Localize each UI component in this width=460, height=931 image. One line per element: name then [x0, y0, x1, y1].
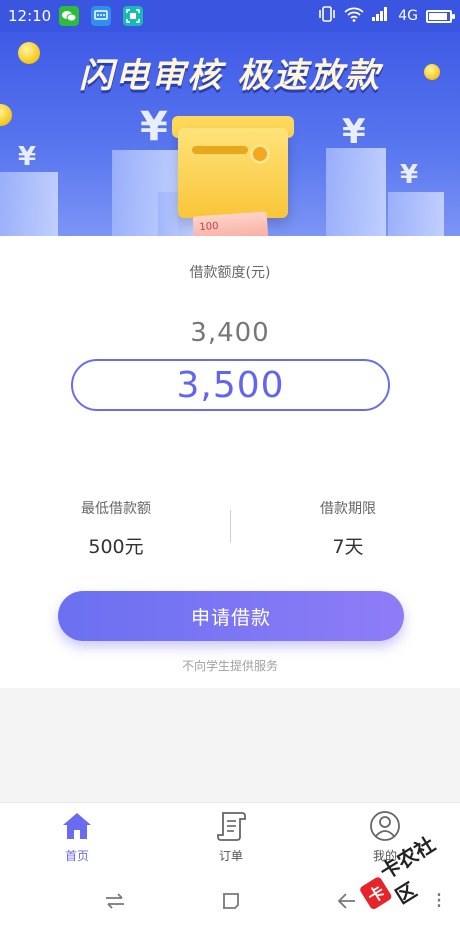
pillar-decoration: [326, 148, 386, 236]
min-amount-block: 最低借款额 500元: [36, 498, 196, 559]
wechat-icon: [59, 6, 80, 26]
loan-term-block: 借款期限 7天: [268, 498, 428, 559]
status-bar: 12:10 4G: [0, 0, 460, 32]
signal-icon: [372, 7, 390, 25]
money-box-icon: [178, 128, 288, 218]
message-icon: [91, 6, 112, 26]
banner-title: 闪电审核 极速放款: [79, 56, 381, 96]
banknote-value: 100: [199, 220, 219, 234]
yen-symbol: ¥: [342, 112, 366, 152]
switch-icon[interactable]: [100, 888, 130, 914]
money-box-slot: [192, 146, 248, 154]
student-notice: 不向学生提供服务: [181, 659, 278, 673]
vibrate-icon: [318, 6, 336, 26]
tab-orders-label: 订单: [218, 849, 243, 863]
loan-card: 借款额度(元) 3,400 3,500 最低借款额 500元 借款期限 7天 申…: [0, 236, 460, 688]
promo-banner[interactable]: 闪电审核 极速放款 ¥ ¥ ¥ ¥ 100: [0, 32, 460, 236]
battery-level: [429, 12, 447, 20]
amount-selected[interactable]: 3,500: [176, 365, 284, 406]
tab-home[interactable]: 首页: [27, 809, 127, 864]
info-divider: [230, 510, 231, 542]
pillar-decoration: [0, 172, 58, 236]
amount-picker[interactable]: 3,500: [71, 359, 390, 411]
network-type: 4G: [398, 8, 418, 24]
pillar-decoration: [388, 192, 444, 236]
back-icon[interactable]: [332, 888, 362, 914]
status-time: 12:10: [8, 7, 52, 25]
apply-loan-button[interactable]: 申请借款: [58, 591, 404, 641]
home-icon: [63, 813, 91, 839]
tab-orders[interactable]: 订单: [181, 809, 281, 864]
home-square-icon[interactable]: [216, 888, 246, 914]
money-box-lock: [250, 144, 270, 164]
scan-icon: [123, 6, 144, 26]
tab-home-label: 首页: [64, 849, 89, 863]
loan-term-value: 7天: [332, 536, 364, 558]
order-scroll-icon: [217, 812, 246, 841]
min-amount-label: 最低借款额: [81, 501, 151, 517]
loan-term-label: 借款期限: [320, 501, 376, 517]
wifi-icon: [344, 7, 364, 26]
amount-option-previous[interactable]: 3,400: [0, 318, 460, 348]
coin-decoration: [0, 104, 12, 126]
banknote-icon: 100: [192, 211, 270, 236]
amount-label: 借款额度(元): [189, 265, 271, 281]
yen-symbol: ¥: [140, 104, 168, 150]
yen-symbol: ¥: [18, 142, 37, 172]
min-amount-value: 500元: [88, 536, 144, 558]
yen-symbol: ¥: [400, 160, 419, 190]
battery-icon: [426, 9, 455, 23]
